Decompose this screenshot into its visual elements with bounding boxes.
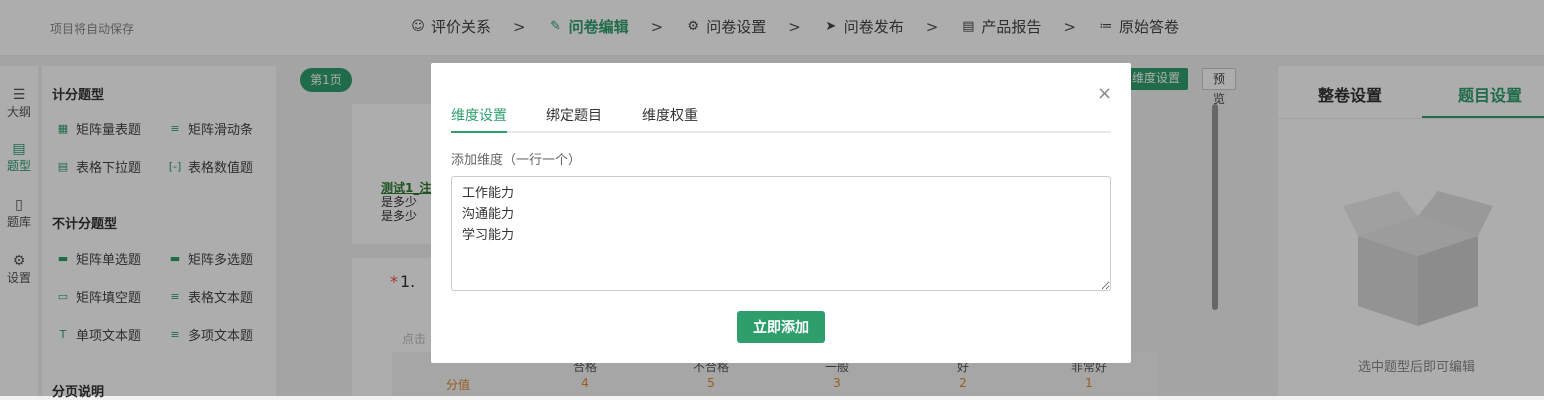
tab-dimension-settings[interactable]: 维度设置 (451, 105, 507, 125)
tab-bind-questions[interactable]: 绑定题目 (546, 105, 602, 125)
add-dimension-label: 添加维度（一行一个） (451, 153, 582, 168)
tab-dimension-weights[interactable]: 维度权重 (642, 105, 698, 125)
add-now-button[interactable]: 立即添加 (737, 311, 825, 343)
close-icon[interactable]: × (1097, 85, 1112, 103)
modal-tabs: 维度设置 绑定题目 维度权重 (451, 105, 1111, 133)
tab-indicator (451, 131, 507, 133)
dimension-textarea[interactable]: 工作能力 沟通能力 学习能力 (451, 176, 1111, 291)
dimension-modal: × 维度设置 绑定题目 维度权重 添加维度（一行一个） 工作能力 沟通能力 学习… (431, 63, 1131, 363)
